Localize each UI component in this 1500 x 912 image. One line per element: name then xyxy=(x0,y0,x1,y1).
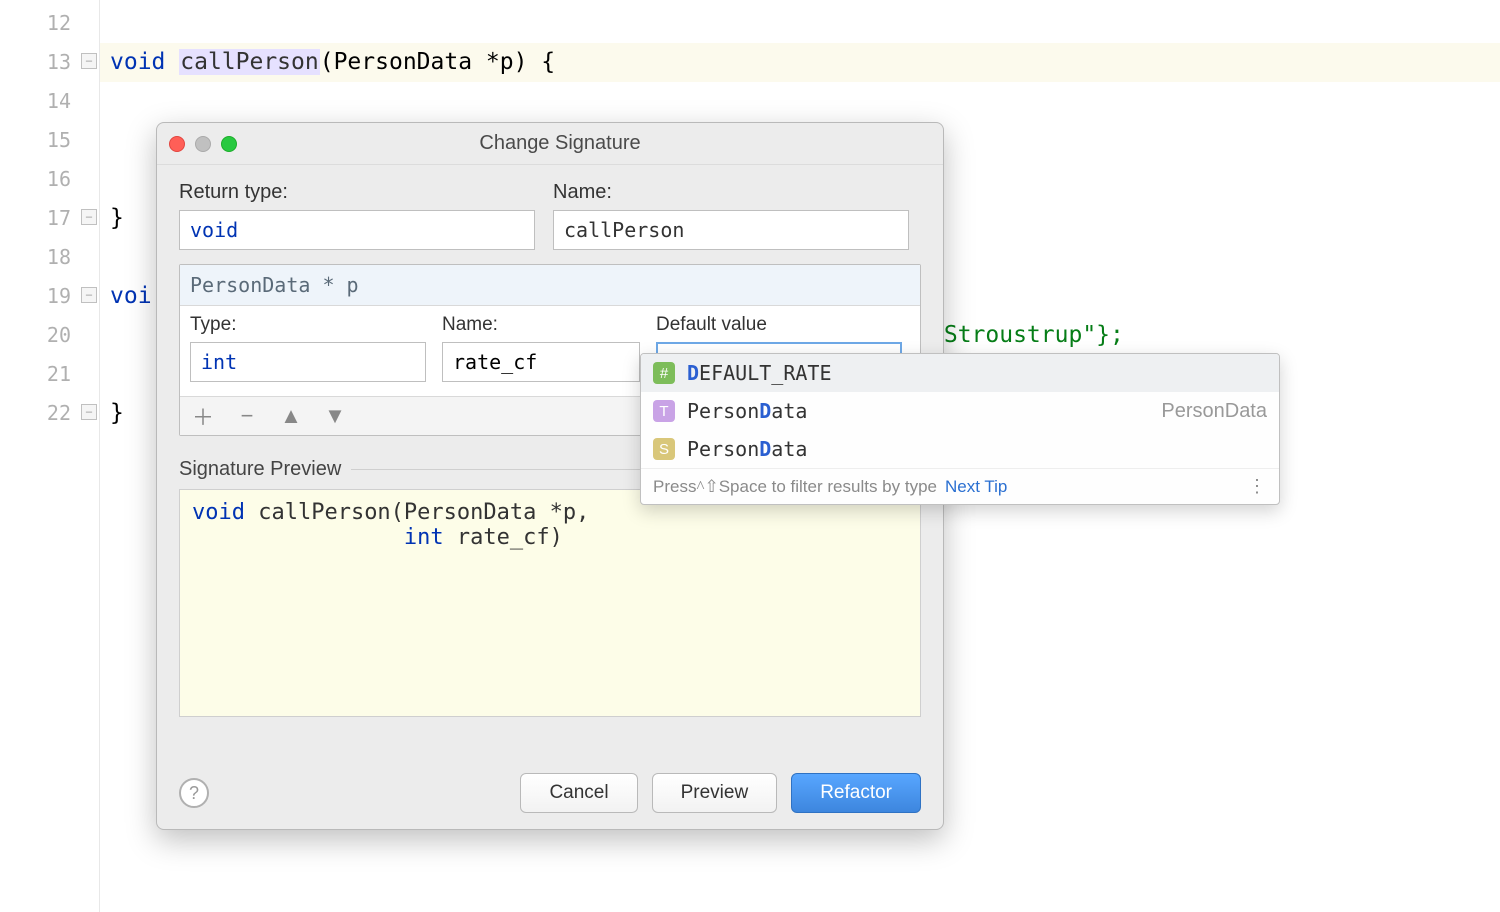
signature-preview-label: Signature Preview xyxy=(179,458,341,481)
remove-param-icon[interactable]: − xyxy=(234,403,260,429)
next-tip-link[interactable]: Next Tip xyxy=(945,477,1007,497)
code-text: } xyxy=(110,400,124,426)
help-button[interactable]: ? xyxy=(179,778,209,808)
return-type-label: Return type: xyxy=(179,181,535,204)
line-number: 12 xyxy=(0,4,99,43)
line-number: 22− xyxy=(0,394,99,433)
completion-footer: Press ^⇧Space to filter results by type … xyxy=(641,468,1279,504)
move-up-icon[interactable]: ▲ xyxy=(278,403,304,429)
gutter: 12 13− 14 15 16 17− 18 19− 20 21 22− xyxy=(0,0,100,912)
struct-icon: S xyxy=(653,438,675,460)
more-options-icon[interactable]: ⋮ xyxy=(1248,476,1267,497)
line-number: 21 xyxy=(0,355,99,394)
window-close-icon[interactable] xyxy=(169,136,185,152)
param-name-label: Name: xyxy=(442,314,640,336)
param-type-input[interactable] xyxy=(190,342,426,382)
signature-preview: void callPerson(PersonData *p, int rate_… xyxy=(179,489,921,717)
keyword: void xyxy=(110,49,165,75)
keyword: voi xyxy=(110,283,152,309)
line-number: 14 xyxy=(0,82,99,121)
completion-item[interactable]: T PersonData PersonData xyxy=(641,392,1279,430)
completion-item[interactable]: # DEFAULT_RATE xyxy=(641,354,1279,392)
type-icon: T xyxy=(653,400,675,422)
param-name-input[interactable] xyxy=(442,342,640,382)
refactor-button[interactable]: Refactor xyxy=(791,773,921,813)
function-name: callPerson xyxy=(179,49,319,75)
line-number: 19− xyxy=(0,277,99,316)
name-input[interactable] xyxy=(553,210,909,250)
line-number: 13− xyxy=(0,43,99,82)
add-param-icon[interactable]: ＋ xyxy=(190,403,216,429)
completion-item[interactable]: S PersonData xyxy=(641,430,1279,468)
fold-icon[interactable]: − xyxy=(81,404,97,420)
fold-icon[interactable]: − xyxy=(81,209,97,225)
line-number: 16 xyxy=(0,160,99,199)
line-number: 17− xyxy=(0,199,99,238)
return-type-input[interactable] xyxy=(179,210,535,250)
fold-icon[interactable]: − xyxy=(81,53,97,69)
titlebar[interactable]: Change Signature xyxy=(157,123,943,165)
line-number: 20 xyxy=(0,316,99,355)
fold-icon[interactable]: − xyxy=(81,287,97,303)
cancel-button[interactable]: Cancel xyxy=(520,773,637,813)
line-number: 15 xyxy=(0,121,99,160)
param-default-label: Default value xyxy=(656,314,902,336)
param-type-label: Type: xyxy=(190,314,426,336)
parameter-row-header[interactable]: PersonData * p xyxy=(180,265,920,306)
completion-popup: # DEFAULT_RATE T PersonData PersonData S… xyxy=(640,353,1280,505)
name-label: Name: xyxy=(553,181,909,204)
move-down-icon[interactable]: ▼ xyxy=(322,403,348,429)
shortcut-icon: ^⇧ xyxy=(696,477,718,497)
code-text: (PersonData *p) { xyxy=(320,49,555,75)
dialog-title: Change Signature xyxy=(189,132,931,155)
preview-button[interactable]: Preview xyxy=(652,773,778,813)
line-number: 18 xyxy=(0,238,99,277)
completion-type-hint: PersonData xyxy=(1161,400,1267,423)
code-text: } xyxy=(110,205,124,231)
macro-icon: # xyxy=(653,362,675,384)
